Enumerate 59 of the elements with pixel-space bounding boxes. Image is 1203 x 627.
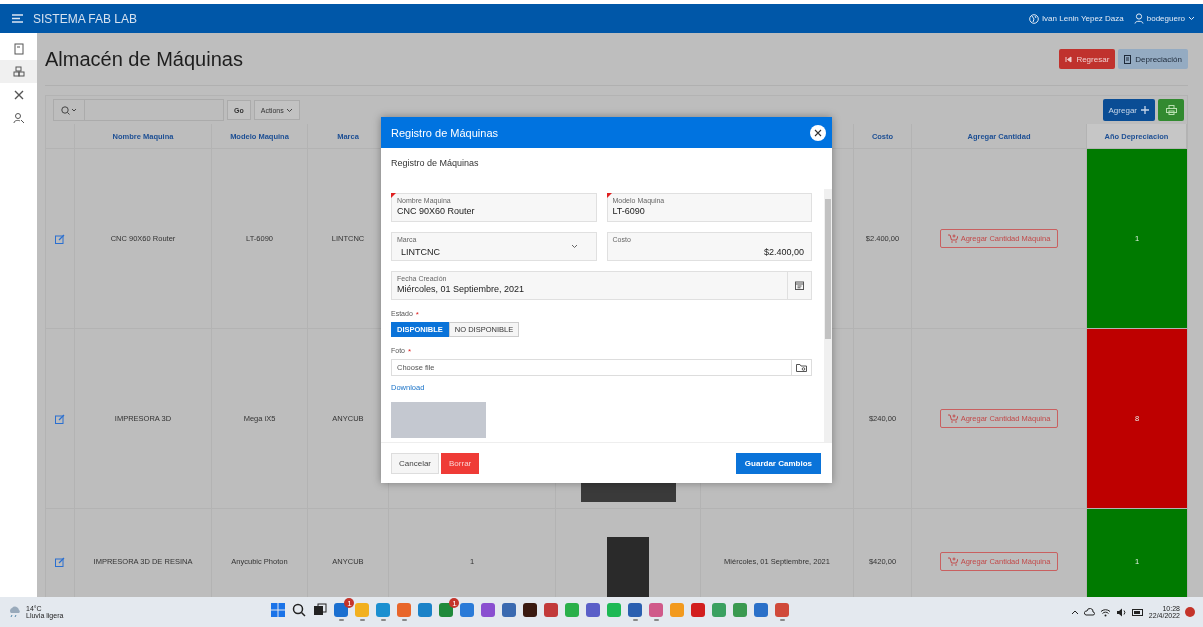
field-value: LINTCNC (400, 247, 441, 257)
cart-plus-icon (947, 234, 958, 243)
edit-icon[interactable] (55, 413, 65, 424)
cart-plus-icon (947, 414, 958, 423)
boxes-icon[interactable] (12, 65, 25, 78)
notification-badge: 1 (449, 598, 460, 608)
save-button[interactable]: Guardar Cambios (735, 452, 821, 474)
field-value: LT-6090 (612, 206, 646, 216)
report-button[interactable]: Depreciación (1118, 49, 1188, 69)
close-icon (814, 128, 822, 137)
app-icon[interactable] (523, 603, 538, 617)
volume-icon[interactable] (1115, 607, 1127, 617)
user-settings-icon[interactable] (12, 111, 25, 124)
search-field[interactable] (53, 99, 224, 121)
document-icon (1124, 54, 1132, 64)
browse-button[interactable] (791, 359, 812, 376)
scrollbar[interactable] (824, 189, 832, 442)
region-title: Registro de Máquinas (390, 157, 480, 170)
edit-icon[interactable] (55, 556, 65, 567)
menu-icon[interactable] (12, 14, 23, 23)
book-icon[interactable] (12, 42, 25, 55)
back-button[interactable]: Regresar (1059, 49, 1116, 69)
cloud-icon[interactable] (1083, 608, 1095, 616)
caret-icon (570, 244, 578, 249)
notification-icon[interactable] (1185, 607, 1195, 617)
app-title: SISTEMA FAB LAB (33, 11, 138, 26)
cart-plus-icon (947, 557, 958, 566)
field-value: Miércoles, 01 Septiembre, 2021 (397, 284, 526, 294)
cancel-button[interactable]: Cancelar (391, 452, 439, 474)
required-asterisk: * (408, 347, 412, 356)
caret-icon (1188, 16, 1195, 21)
add-button[interactable]: Agregar (1102, 99, 1155, 121)
photo-placeholder (607, 536, 649, 597)
field-value: $2.400,00 (762, 247, 805, 257)
start-icon[interactable] (271, 603, 286, 617)
skip-back-icon (1065, 55, 1073, 63)
edit-icon[interactable] (55, 233, 65, 244)
print-button[interactable] (1158, 99, 1184, 121)
chevron-up-icon[interactable] (1070, 609, 1079, 615)
field-value: CNC 90X60 Router (397, 206, 476, 216)
page-title: Almacén de Máquinas (45, 47, 243, 71)
print-icon (1165, 105, 1177, 115)
notification-badge: 1 (344, 598, 355, 608)
dialog-title: Registro de Máquinas (391, 126, 498, 139)
cloud-rain-icon (8, 606, 22, 618)
caret-icon (285, 107, 293, 113)
calendar-icon (795, 281, 804, 290)
folder-icon (796, 363, 807, 372)
person-icon (1133, 13, 1144, 24)
task-view-icon[interactable] (313, 603, 328, 617)
globe-icon (1028, 13, 1039, 24)
plus-icon (1141, 106, 1149, 114)
user-menu[interactable]: bodeguero (1133, 13, 1195, 24)
close-button[interactable] (810, 124, 826, 141)
user-name: Ivan Lenin Yepez Daza (1041, 14, 1124, 23)
wifi-icon[interactable] (1099, 607, 1111, 617)
search-icon[interactable] (292, 603, 307, 617)
required-asterisk: * (415, 310, 419, 319)
battery-icon[interactable] (1131, 608, 1144, 616)
